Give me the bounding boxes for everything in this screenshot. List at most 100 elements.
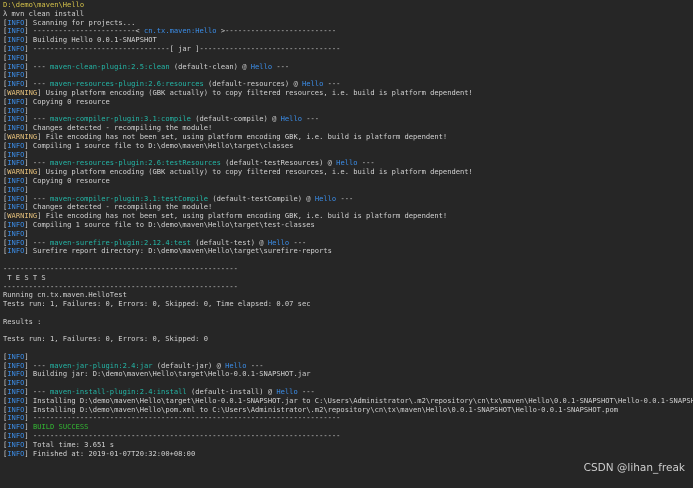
log-project-name: Hello	[336, 158, 358, 168]
log-text: --------------------------------[ jar ]-…	[28, 43, 341, 53]
terminal-line: [INFO] Compiling 1 source file to D:\dem…	[3, 219, 693, 230]
terminal-line: [INFO] --- maven-clean-plugin:2.5:clean …	[3, 61, 693, 72]
log-level-tag: INFO	[7, 184, 25, 194]
terminal-line: [INFO] Copying 0 resource	[3, 96, 693, 107]
log-level-tag: INFO	[7, 105, 25, 115]
log-text: Surefire report directory: D:\demo\maven…	[28, 246, 332, 256]
log-text: ---	[28, 158, 51, 168]
log-bracket: ]	[24, 70, 29, 80]
log-highlight: maven-resources-plugin:2.6:resources	[50, 79, 204, 89]
terminal-line: [INFO] Building jar: D:\demo\maven\Hello…	[3, 370, 693, 379]
log-text: ---	[28, 387, 51, 397]
log-bracket: ]	[24, 149, 29, 159]
log-text: Scanning for projects...	[28, 17, 136, 27]
log-level-tag: INFO	[7, 175, 25, 185]
log-text: (default-install) @	[186, 387, 277, 397]
log-text: ----------------------------------------…	[3, 263, 238, 273]
log-project-name: Hello	[267, 237, 290, 247]
log-level-tag: INFO	[7, 448, 25, 458]
log-text: File encoding has not been set, using pl…	[41, 131, 448, 141]
log-level-tag: INFO	[7, 26, 25, 36]
log-highlight: maven-clean-plugin:2.5:clean	[50, 61, 170, 71]
log-level-tag: INFO	[7, 114, 25, 124]
log-highlight: cn.tx.maven:Hello	[143, 26, 217, 36]
log-level-tag: INFO	[7, 17, 25, 27]
log-level-tag: INFO	[7, 79, 25, 89]
log-level-tag: INFO	[7, 431, 25, 441]
log-text: Tests run: 1, Failures: 0, Errors: 0, Sk…	[3, 334, 208, 344]
log-bracket: ]	[24, 52, 29, 62]
log-bracket: ]	[24, 184, 29, 194]
log-level-tag: INFO	[7, 369, 25, 379]
log-text: ---	[28, 114, 51, 124]
log-level-tag: WARNING	[7, 87, 38, 97]
log-text: Changes detected - recompiling the modul…	[28, 202, 213, 212]
log-level-tag: INFO	[7, 378, 25, 388]
log-level-tag: INFO	[7, 404, 25, 414]
log-level-tag: INFO	[7, 387, 25, 397]
terminal-line: [INFO] Compiling 1 source file to D:\dem…	[3, 140, 693, 151]
log-level-tag: INFO	[7, 158, 25, 168]
log-level-tag: INFO	[7, 35, 25, 45]
log-highlight: BUILD SUCCESS	[32, 422, 89, 432]
log-level-tag: WARNING	[7, 167, 38, 177]
terminal-line: [INFO] ---------------------------------…	[3, 414, 693, 423]
log-text: (default-testResources) @	[220, 158, 337, 168]
terminal-line: [INFO] --------------------------------[…	[3, 43, 693, 54]
log-text: (default-resources) @	[203, 79, 302, 89]
log-project-name: Hello	[276, 387, 298, 397]
log-level-tag: INFO	[7, 413, 25, 423]
log-level-tag: INFO	[7, 96, 25, 106]
log-level-tag: INFO	[7, 219, 25, 229]
log-text: ---	[297, 387, 315, 397]
log-text: Finished at: 2019-01-07T20:32:00+08:00	[28, 448, 196, 458]
terminal-line: Tests run: 1, Failures: 0, Errors: 0, Sk…	[3, 299, 693, 309]
log-text: Compiling 1 source file to D:\demo\maven…	[28, 219, 315, 229]
log-text: ---	[28, 360, 51, 370]
log-text: Building jar: D:\demo\maven\Hello\target…	[28, 369, 311, 379]
log-text: ---	[28, 79, 51, 89]
prompt-path: D:\demo\maven\Hello	[3, 0, 85, 9]
log-text: ---	[28, 237, 51, 247]
log-level-tag: INFO	[7, 228, 25, 238]
log-level-tag: INFO	[7, 422, 25, 432]
log-text: Building Hello 0.0.1-SNAPSHOT	[28, 35, 157, 45]
log-level-tag: INFO	[7, 360, 25, 370]
log-project-name: Hello	[225, 360, 247, 370]
log-level-tag: WARNING	[7, 211, 38, 221]
log-text: ---	[336, 193, 354, 203]
log-text: ------------------------<	[28, 26, 144, 36]
log-text: ---	[272, 61, 290, 71]
log-level-tag: INFO	[7, 43, 25, 53]
terminal-window[interactable]: D:\demo\maven\Hello λ mvn clean install […	[0, 0, 693, 488]
log-text: Compiling 1 source file to D:\demo\maven…	[28, 140, 294, 150]
log-project-name: Hello	[280, 114, 302, 124]
log-level-tag: INFO	[7, 439, 25, 449]
log-text: ----------------------------------------…	[28, 431, 341, 441]
log-level-tag: WARNING	[7, 131, 38, 141]
terminal-line: ----------------------------------------…	[3, 263, 693, 274]
log-bracket: ]	[24, 105, 29, 115]
log-text: ---	[28, 61, 51, 71]
log-text: (default-compile) @	[190, 114, 281, 124]
log-level-tag: INFO	[7, 246, 25, 256]
log-text: Results :	[3, 316, 42, 326]
log-text: ----------------------------------------…	[28, 413, 341, 423]
log-level-tag: INFO	[7, 237, 25, 247]
log-level-tag: INFO	[7, 123, 25, 133]
log-level-tag: INFO	[7, 61, 25, 71]
log-level-tag: INFO	[7, 70, 25, 80]
terminal-line: [INFO] Copying 0 resource	[3, 175, 693, 186]
log-highlight: maven-jar-plugin:2.4:jar	[50, 360, 153, 370]
log-text: File encoding has not been set, using pl…	[41, 211, 448, 221]
log-text: Total time: 3.651 s	[28, 439, 115, 449]
log-text: λ mvn clean install	[3, 8, 85, 18]
log-highlight: maven-compiler-plugin:3.1:testCompile	[50, 193, 209, 203]
log-project-name: Hello	[302, 79, 324, 89]
log-highlight: maven-install-plugin:2.4:install	[50, 387, 187, 397]
log-highlight: maven-surefire-plugin:2.12.4:test	[50, 237, 191, 247]
log-project-name: Hello	[314, 193, 337, 203]
log-text: Installing D:\demo\maven\Hello\target\He…	[28, 395, 693, 405]
terminal-line: Results :	[3, 316, 693, 327]
log-text: (default-testCompile) @	[208, 193, 315, 203]
